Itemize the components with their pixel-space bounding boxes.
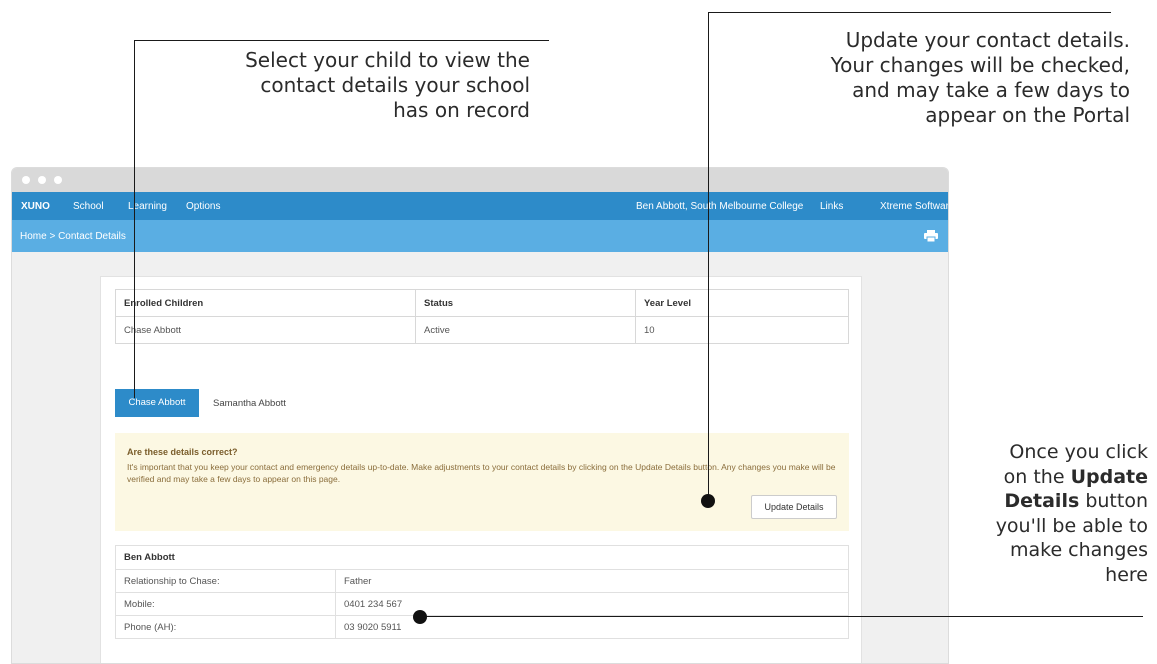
callout-line: Your changes will be checked, bbox=[830, 53, 1130, 77]
window-minimize-dot[interactable] bbox=[38, 176, 46, 184]
column-header: Year Level bbox=[635, 289, 849, 317]
field-label: Relationship to Chase: bbox=[115, 569, 336, 593]
table-cell: Active bbox=[415, 316, 636, 344]
callout-line: Details button bbox=[930, 489, 1148, 514]
contact-table: Ben Abbott Relationship to Chase: Father… bbox=[115, 545, 849, 639]
nav-links[interactable]: Links bbox=[820, 201, 843, 212]
table-header-row: Enrolled Children Status Year Level bbox=[115, 289, 849, 317]
callout-text: on the bbox=[1003, 465, 1071, 488]
callout-line: on the Update bbox=[930, 465, 1148, 490]
field-label: Mobile: bbox=[115, 592, 336, 616]
alert-text: It's important that you keep your contac… bbox=[127, 462, 836, 484]
callout-line: Select your child to view the bbox=[245, 48, 530, 72]
table-row: Mobile: 0401 234 567 bbox=[115, 592, 849, 616]
xuno-logo[interactable]: XUNO bbox=[21, 201, 50, 212]
callout-line: you'll be able to bbox=[995, 514, 1148, 537]
print-icon[interactable] bbox=[924, 230, 938, 242]
details-alert: Are these details correct? It's importan… bbox=[115, 433, 849, 531]
nav-item-school[interactable]: School bbox=[73, 201, 104, 212]
field-value: 0401 234 567 bbox=[335, 592, 849, 616]
connector-dot bbox=[701, 494, 715, 508]
window-close-dot[interactable] bbox=[22, 176, 30, 184]
window-maximize-dot[interactable] bbox=[54, 176, 62, 184]
connector-line bbox=[134, 40, 135, 398]
callout-line: appear on the Portal bbox=[925, 103, 1130, 127]
table-cell: 10 bbox=[635, 316, 849, 344]
callout-line: Once you click bbox=[1009, 441, 1148, 463]
top-navbar: XUNO School Learning Options Ben Abbott,… bbox=[12, 192, 948, 220]
table-cell: Chase Abbott bbox=[115, 316, 416, 344]
browser-window: XUNO School Learning Options Ben Abbott,… bbox=[11, 167, 949, 664]
table-row: Phone (AH): 03 9020 5911 bbox=[115, 615, 849, 639]
tab-samantha-abbott[interactable]: Samantha Abbott bbox=[199, 398, 286, 409]
callout-line: contact details your school bbox=[260, 73, 530, 97]
tab-chase-abbott[interactable]: Chase Abbott bbox=[115, 389, 199, 417]
callout-line: make changes bbox=[1009, 539, 1148, 561]
child-tabs: Chase Abbott Samantha Abbott bbox=[115, 389, 286, 417]
contact-name: Ben Abbott bbox=[115, 545, 849, 570]
contact-details-panel: Enrolled Children Status Year Level Chas… bbox=[100, 276, 862, 663]
callout-bold: Details bbox=[1004, 490, 1080, 512]
table-row: Relationship to Chase: Father bbox=[115, 569, 849, 593]
nav-user[interactable]: Ben Abbott, South Melbourne College bbox=[636, 201, 803, 212]
connector-line bbox=[708, 12, 709, 496]
callout-select-child: Select your child to view the contact de… bbox=[180, 48, 530, 123]
callout-line: here bbox=[1105, 563, 1148, 586]
callout-line: Update your contact details. bbox=[845, 28, 1130, 52]
breadcrumb: Home > Contact Details bbox=[12, 220, 948, 252]
callout-line: has on record bbox=[393, 98, 530, 122]
breadcrumb-text[interactable]: Home > Contact Details bbox=[20, 231, 126, 242]
callout-update-contact: Update your contact details. Your change… bbox=[720, 28, 1130, 128]
contact-header-row: Ben Abbott bbox=[115, 545, 849, 570]
field-label: Phone (AH): bbox=[115, 615, 336, 639]
callout-text: button bbox=[1079, 490, 1148, 512]
nav-vendor[interactable]: Xtreme Software bbox=[880, 201, 948, 212]
window-titlebar bbox=[12, 168, 948, 192]
field-value: Father bbox=[335, 569, 849, 593]
update-details-button[interactable]: Update Details bbox=[751, 495, 837, 519]
nav-item-options[interactable]: Options bbox=[186, 201, 220, 212]
column-header: Status bbox=[415, 289, 636, 317]
column-header: Enrolled Children bbox=[115, 289, 416, 317]
connector-line bbox=[708, 12, 1111, 13]
enrolled-children-table: Enrolled Children Status Year Level Chas… bbox=[115, 289, 849, 344]
connector-line bbox=[134, 40, 549, 41]
connector-line bbox=[420, 616, 1143, 617]
callout-line: and may take a few days to bbox=[852, 78, 1130, 102]
connector-dot bbox=[413, 610, 427, 624]
table-row[interactable]: Chase Abbott Active 10 bbox=[115, 316, 849, 344]
callout-bold: Update bbox=[1070, 465, 1148, 488]
callout-update-button: Once you click on the Update Details but… bbox=[930, 440, 1148, 587]
alert-title: Are these details correct? bbox=[127, 447, 238, 457]
